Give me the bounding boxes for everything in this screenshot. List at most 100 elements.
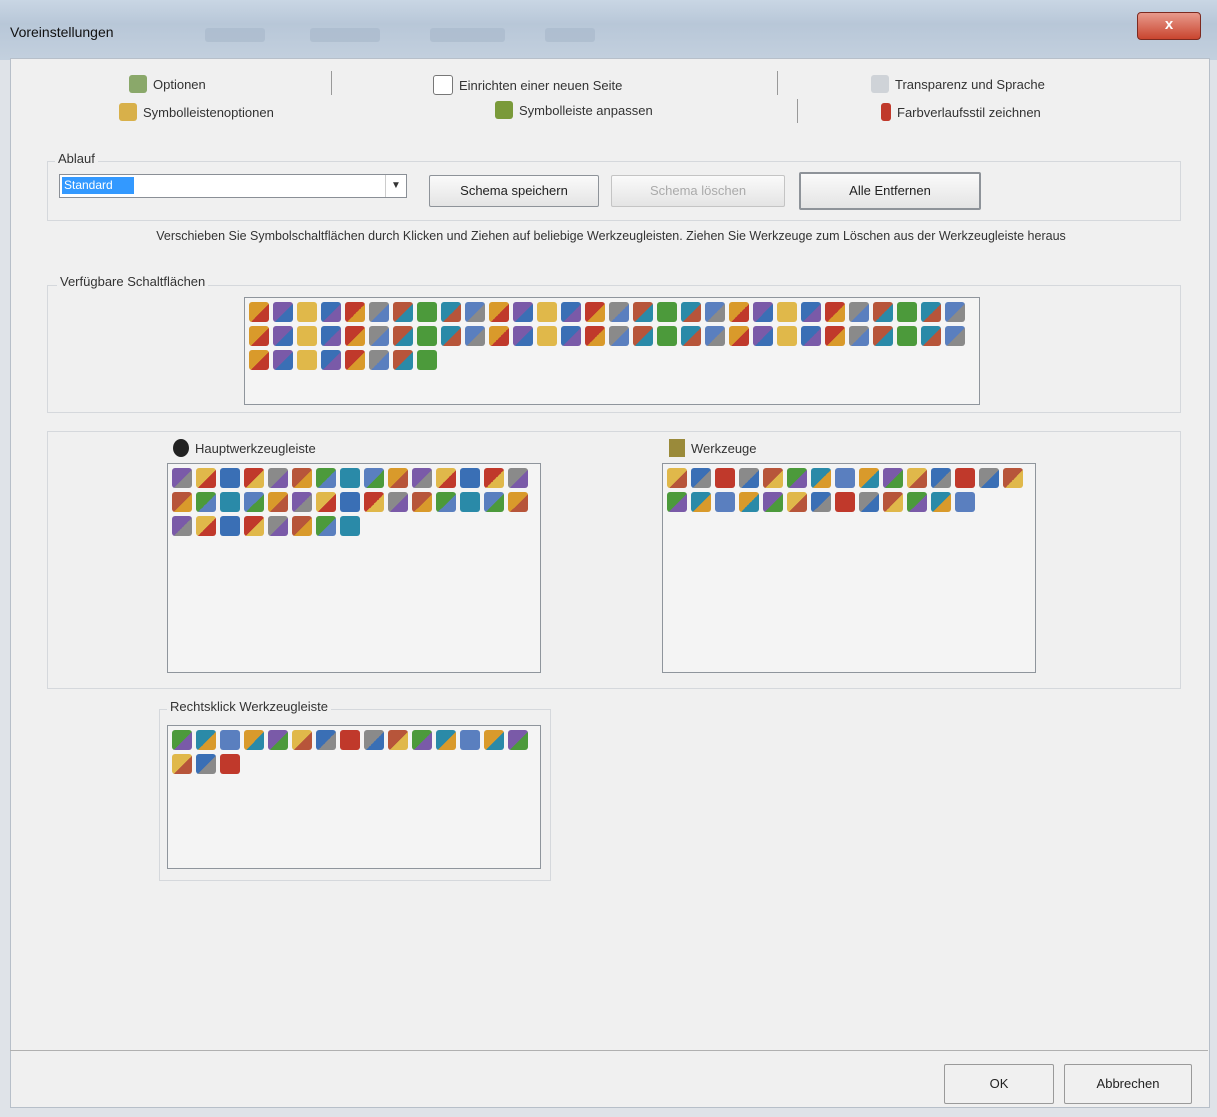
toolbar-button-icon[interactable] <box>763 468 783 488</box>
toolbar-button-icon[interactable] <box>316 516 336 536</box>
toolbar-button-icon[interactable] <box>172 754 192 774</box>
toolbar-button-icon[interactable] <box>441 326 461 346</box>
toolbar-button-icon[interactable] <box>729 326 749 346</box>
toolbar-button-icon[interactable] <box>369 350 389 370</box>
toolbar-button-icon[interactable] <box>292 730 312 750</box>
toolbar-button-icon[interactable] <box>715 492 735 512</box>
toolbar-button-icon[interactable] <box>508 468 528 488</box>
toolbar-button-icon[interactable] <box>436 468 456 488</box>
toolbar-button-icon[interactable] <box>249 302 269 322</box>
toolbar-button-icon[interactable] <box>172 516 192 536</box>
toolbar-button-icon[interactable] <box>739 492 759 512</box>
toolbar-button-icon[interactable] <box>465 302 485 322</box>
toolbar-button-icon[interactable] <box>657 302 677 322</box>
toolbar-button-icon[interactable] <box>633 326 653 346</box>
toolbar-button-icon[interactable] <box>484 492 504 512</box>
toolbar-button-icon[interactable] <box>441 302 461 322</box>
toolbar-button-icon[interactable] <box>369 326 389 346</box>
close-button[interactable]: x <box>1137 12 1201 40</box>
toolbar-button-icon[interactable] <box>609 326 629 346</box>
toolbar-button-icon[interactable] <box>763 492 783 512</box>
toolbar-button-icon[interactable] <box>340 468 360 488</box>
toolbar-button-icon[interactable] <box>945 302 965 322</box>
toolbar-button-icon[interactable] <box>220 492 240 512</box>
toolbar-button-icon[interactable] <box>585 326 605 346</box>
toolbar-button-icon[interactable] <box>345 326 365 346</box>
toolbar-button-icon[interactable] <box>883 492 903 512</box>
toolbar-button-icon[interactable] <box>172 730 192 750</box>
toolbar-button-icon[interactable] <box>249 350 269 370</box>
toolbar-button-icon[interactable] <box>753 326 773 346</box>
toolbar-button-icon[interactable] <box>460 492 480 512</box>
toolbar-button-icon[interactable] <box>849 326 869 346</box>
toolbar-button-icon[interactable] <box>883 468 903 488</box>
toolbar-button-icon[interactable] <box>907 468 927 488</box>
toolbar-button-icon[interactable] <box>196 730 216 750</box>
toolbar-button-icon[interactable] <box>412 730 432 750</box>
toolbar-button-icon[interactable] <box>931 492 951 512</box>
toolbar-button-icon[interactable] <box>897 326 917 346</box>
toolbar-button-icon[interactable] <box>249 326 269 346</box>
toolbar-button-icon[interactable] <box>340 492 360 512</box>
tab-neue-seite[interactable]: Einrichten einer neuen Seite <box>433 75 622 95</box>
toolbar-button-icon[interactable] <box>801 326 821 346</box>
toolbar-button-icon[interactable] <box>412 468 432 488</box>
toolbar-button-icon[interactable] <box>196 492 216 512</box>
ok-button[interactable]: OK <box>944 1064 1054 1104</box>
toolbar-button-icon[interactable] <box>715 468 735 488</box>
toolbar-button-icon[interactable] <box>321 302 341 322</box>
toolbar-button-icon[interactable] <box>364 468 384 488</box>
toolbar-button-icon[interactable] <box>739 468 759 488</box>
toolbar-button-icon[interactable] <box>825 326 845 346</box>
tab-optionen[interactable]: Optionen <box>129 75 206 93</box>
toolbar-button-icon[interactable] <box>244 492 264 512</box>
toolbar-button-icon[interactable] <box>1003 468 1023 488</box>
toolbar-button-icon[interactable] <box>484 730 504 750</box>
toolbar-button-icon[interactable] <box>907 492 927 512</box>
toolbar-button-icon[interactable] <box>835 492 855 512</box>
toolbar-button-icon[interactable] <box>787 492 807 512</box>
tools-panel[interactable] <box>662 463 1036 673</box>
toolbar-button-icon[interactable] <box>393 326 413 346</box>
toolbar-button-icon[interactable] <box>609 302 629 322</box>
toolbar-button-icon[interactable] <box>244 468 264 488</box>
toolbar-button-icon[interactable] <box>537 326 557 346</box>
toolbar-button-icon[interactable] <box>729 302 749 322</box>
toolbar-button-icon[interactable] <box>417 326 437 346</box>
toolbar-button-icon[interactable] <box>921 326 941 346</box>
toolbar-button-icon[interactable] <box>681 302 701 322</box>
tab-farbverlaufsstil[interactable]: Farbverlaufsstil zeichnen <box>881 103 1041 121</box>
toolbar-button-icon[interactable] <box>220 730 240 750</box>
tab-symbolleiste-anpassen[interactable]: Symbolleiste anpassen <box>495 101 653 119</box>
toolbar-button-icon[interactable] <box>460 730 480 750</box>
toolbar-button-icon[interactable] <box>321 350 341 370</box>
toolbar-button-icon[interactable] <box>196 516 216 536</box>
toolbar-button-icon[interactable] <box>691 492 711 512</box>
cancel-button[interactable]: Abbrechen <box>1064 1064 1192 1104</box>
toolbar-button-icon[interactable] <box>460 468 480 488</box>
toolbar-button-icon[interactable] <box>955 492 975 512</box>
toolbar-button-icon[interactable] <box>955 468 975 488</box>
toolbar-button-icon[interactable] <box>513 326 533 346</box>
toolbar-button-icon[interactable] <box>417 302 437 322</box>
remove-all-button[interactable]: Alle Entfernen <box>799 172 981 210</box>
toolbar-button-icon[interactable] <box>292 492 312 512</box>
toolbar-button-icon[interactable] <box>484 468 504 488</box>
toolbar-button-icon[interactable] <box>172 468 192 488</box>
toolbar-button-icon[interactable] <box>244 516 264 536</box>
toolbar-button-icon[interactable] <box>244 730 264 750</box>
rightclick-panel[interactable] <box>167 725 541 869</box>
toolbar-button-icon[interactable] <box>897 302 917 322</box>
toolbar-button-icon[interactable] <box>931 468 951 488</box>
toolbar-button-icon[interactable] <box>196 468 216 488</box>
toolbar-button-icon[interactable] <box>220 516 240 536</box>
toolbar-button-icon[interactable] <box>777 302 797 322</box>
toolbar-button-icon[interactable] <box>268 492 288 512</box>
toolbar-button-icon[interactable] <box>921 302 941 322</box>
toolbar-button-icon[interactable] <box>777 326 797 346</box>
toolbar-button-icon[interactable] <box>537 302 557 322</box>
toolbar-button-icon[interactable] <box>513 302 533 322</box>
toolbar-button-icon[interactable] <box>345 302 365 322</box>
toolbar-button-icon[interactable] <box>945 326 965 346</box>
toolbar-button-icon[interactable] <box>340 730 360 750</box>
